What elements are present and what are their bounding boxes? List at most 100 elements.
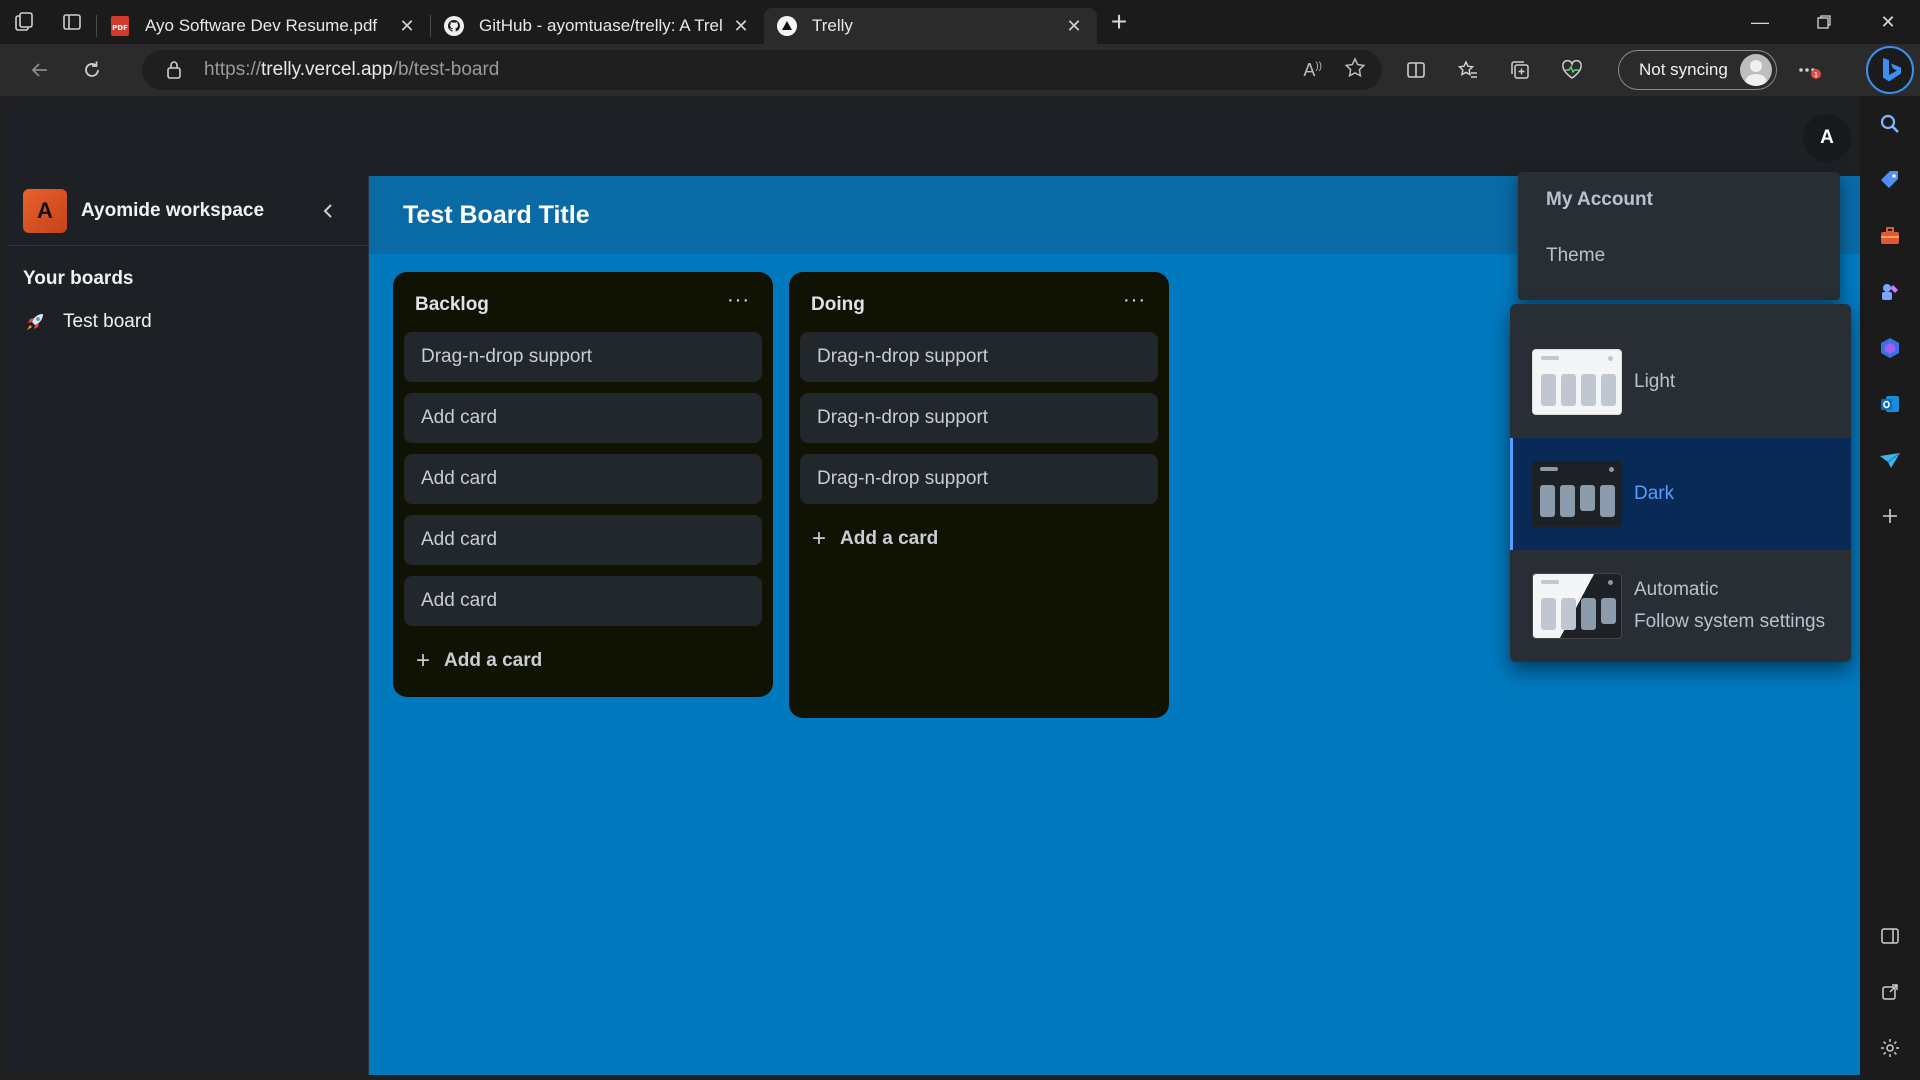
tab-title: GitHub - ayomtuase/trelly: A Trel	[479, 16, 723, 35]
open-external-icon[interactable]	[1860, 964, 1920, 1020]
window-controls: — ✕	[1728, 0, 1920, 44]
your-boards-heading: Your boards	[23, 268, 134, 289]
tab-title: Trelly	[812, 16, 853, 35]
read-aloud-icon[interactable]: A))	[1303, 60, 1322, 81]
tab-github[interactable]: GitHub - ayomtuase/trelly: A Trel ✕	[431, 8, 764, 44]
workspace-header: A Ayomide workspace	[7, 176, 368, 246]
url-path: /b/test-board	[392, 59, 500, 80]
url-text[interactable]: https://trelly.vercel.app/b/test-board	[204, 59, 499, 81]
card[interactable]: Add card	[404, 515, 762, 565]
close-window-icon[interactable]: ✕	[1856, 0, 1920, 44]
sidebar-settings-icon[interactable]	[1860, 1020, 1920, 1076]
list-title[interactable]: Backlog	[415, 294, 489, 316]
user-avatar-button[interactable]: A	[1803, 114, 1851, 162]
card[interactable]: Drag-n-drop support	[800, 393, 1158, 443]
github-icon	[443, 15, 465, 37]
favorites-icon[interactable]	[1442, 44, 1494, 96]
add-card-button[interactable]: + Add a card	[404, 637, 762, 685]
tab-resume-pdf[interactable]: PDF Ayo Software Dev Resume.pdf ✕	[97, 8, 430, 44]
theme-label-main: Automatic	[1634, 579, 1719, 600]
profile-avatar-icon	[1739, 54, 1772, 86]
list-backlog[interactable]: Backlog ··· Drag-n-drop support Add card…	[393, 272, 773, 697]
minimize-icon[interactable]: —	[1728, 0, 1792, 44]
plus-icon: +	[416, 647, 431, 674]
browser-tab-strip: PDF Ayo Software Dev Resume.pdf ✕ GitHub…	[0, 0, 1920, 44]
copilot-icon[interactable]	[1866, 46, 1914, 94]
tools-icon[interactable]	[1860, 208, 1920, 264]
card[interactable]: Add card	[404, 454, 762, 504]
workspaces-icon[interactable]	[0, 0, 48, 44]
url-host: trelly.vercel.app	[261, 59, 393, 80]
sync-button[interactable]: Not syncing	[1618, 50, 1777, 90]
card[interactable]: Drag-n-drop support	[404, 332, 762, 382]
theme-label: Automatic Follow system settings	[1634, 579, 1825, 633]
card[interactable]: Drag-n-drop support	[800, 454, 1158, 504]
list-header: Doing ···	[800, 286, 1158, 324]
tab-title: Ayo Software Dev Resume.pdf	[145, 16, 378, 35]
workspace-name: Ayomide workspace	[81, 199, 265, 221]
drop-icon[interactable]	[1860, 432, 1920, 488]
trelly-icon	[776, 15, 798, 37]
svg-text:1: 1	[1814, 71, 1818, 79]
board-title[interactable]: Test Board Title	[403, 201, 590, 230]
new-tab-icon[interactable]: +	[1097, 0, 1141, 44]
close-tab-icon[interactable]: ✕	[730, 16, 752, 37]
light-theme-preview-icon	[1532, 349, 1622, 415]
dark-theme-preview-icon	[1532, 461, 1622, 527]
tab-actions-icon[interactable]	[48, 0, 96, 44]
list-header: Backlog ···	[404, 286, 762, 324]
microsoft-365-icon[interactable]	[1860, 320, 1920, 376]
app-header: A	[7, 100, 1860, 176]
card[interactable]: Drag-n-drop support	[800, 332, 1158, 382]
browser-toolbar: https://trelly.vercel.app/b/test-board A…	[0, 44, 1920, 96]
theme-option-light[interactable]: Light	[1510, 326, 1851, 438]
favorite-star-icon[interactable]	[1344, 56, 1366, 84]
list-menu-icon[interactable]: ···	[727, 289, 750, 312]
theme-option-dark[interactable]: Dark	[1510, 438, 1851, 550]
back-icon[interactable]	[14, 44, 66, 96]
automatic-theme-preview-icon	[1532, 573, 1622, 639]
workspace-logo: A	[23, 188, 67, 233]
svg-text:PDF: PDF	[112, 24, 128, 32]
edge-sidebar	[1860, 96, 1920, 1080]
refresh-icon[interactable]	[66, 44, 118, 96]
more-options-icon[interactable]: 1	[1783, 44, 1835, 96]
tab-trelly[interactable]: Trelly ✕	[764, 8, 1097, 44]
address-bar[interactable]: https://trelly.vercel.app/b/test-board A…	[142, 50, 1382, 90]
collapse-sidebar-icon[interactable]	[308, 202, 348, 220]
theme-sub-label: Follow system settings	[1634, 611, 1826, 632]
my-account-label: My Account	[1546, 189, 1653, 210]
board-name: Test board	[63, 311, 152, 332]
restore-icon[interactable]	[1792, 0, 1856, 44]
games-icon[interactable]	[1860, 264, 1920, 320]
card[interactable]: Add card	[404, 576, 762, 626]
account-menu: My Account Theme	[1518, 172, 1840, 300]
add-card-button[interactable]: + Add a card	[800, 515, 1158, 563]
theme-option-automatic[interactable]: Automatic Follow system settings	[1510, 550, 1851, 662]
search-icon[interactable]	[1860, 96, 1920, 152]
pdf-icon: PDF	[109, 15, 131, 37]
list-title[interactable]: Doing	[811, 294, 865, 316]
theme-menu-item[interactable]: Theme	[1518, 228, 1840, 284]
rocket-icon	[23, 311, 47, 333]
add-card-label: Add a card	[840, 528, 939, 549]
shopping-tag-icon[interactable]	[1860, 152, 1920, 208]
card[interactable]: Add card	[404, 393, 762, 443]
add-card-label: Add a card	[444, 650, 543, 671]
add-sidebar-app-icon[interactable]	[1860, 488, 1920, 544]
close-tab-icon[interactable]: ✕	[396, 16, 418, 37]
hide-sidebar-icon[interactable]	[1860, 908, 1920, 964]
sidebar-item-test-board[interactable]: Test board	[23, 304, 368, 340]
list-doing[interactable]: Doing ··· Drag-n-drop support Drag-n-dro…	[789, 272, 1169, 718]
plus-icon: +	[812, 525, 827, 552]
theme-label: Light	[1634, 371, 1676, 392]
browser-essentials-icon[interactable]	[1546, 44, 1598, 96]
split-screen-icon[interactable]	[1390, 44, 1442, 96]
list-menu-icon[interactable]: ···	[1123, 289, 1146, 312]
lock-icon[interactable]	[152, 60, 196, 80]
collections-icon[interactable]	[1494, 44, 1546, 96]
url-prefix: https://	[204, 59, 262, 80]
close-tab-icon[interactable]: ✕	[1063, 16, 1085, 37]
outlook-icon[interactable]	[1860, 376, 1920, 432]
theme-submenu: Light Dark Automatic Follow system setti…	[1510, 304, 1851, 662]
